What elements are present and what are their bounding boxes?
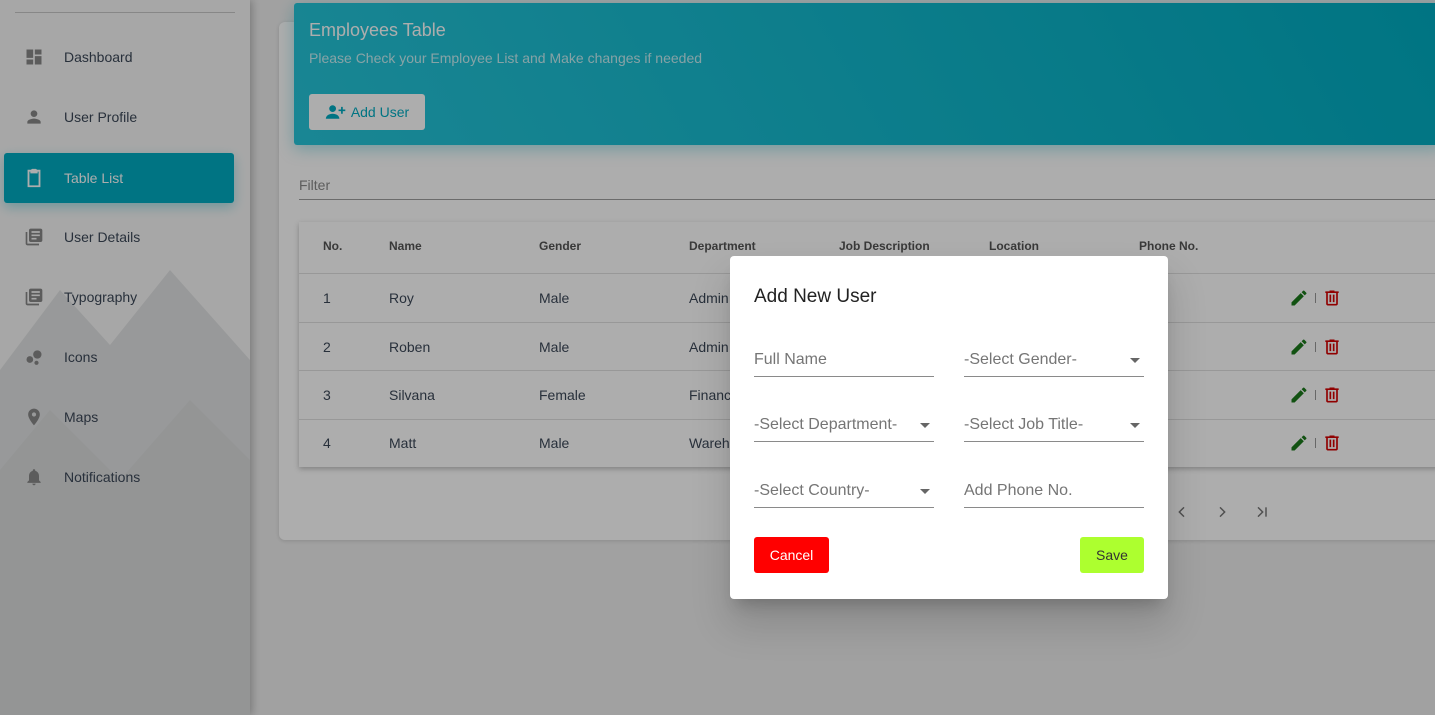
dropdown-arrow-icon (920, 489, 930, 494)
gender-select-value: -Select Gender- (964, 351, 1077, 368)
full-name-placeholder: Full Name (754, 351, 827, 368)
country-select[interactable]: -Select Country- (754, 478, 934, 508)
phone-field[interactable]: Add Phone No. (964, 478, 1144, 508)
job-title-select[interactable]: -Select Job Title- (964, 412, 1144, 442)
add-user-dialog: Add New User Full Name -Select Gender- -… (730, 256, 1168, 599)
save-button[interactable]: Save (1080, 537, 1144, 573)
dropdown-arrow-icon (920, 423, 930, 428)
dropdown-arrow-icon (1130, 423, 1140, 428)
cancel-button[interactable]: Cancel (754, 537, 829, 573)
job-title-select-value: -Select Job Title- (964, 416, 1084, 433)
dropdown-arrow-icon (1130, 358, 1140, 363)
department-select[interactable]: -Select Department- (754, 412, 934, 442)
country-select-value: -Select Country- (754, 482, 870, 499)
gender-select[interactable]: -Select Gender- (964, 347, 1144, 377)
phone-placeholder: Add Phone No. (964, 482, 1073, 499)
dialog-title: Add New User (754, 286, 877, 307)
department-select-value: -Select Department- (754, 416, 898, 433)
full-name-field[interactable]: Full Name (754, 347, 934, 377)
modal-backdrop[interactable] (0, 0, 1435, 715)
